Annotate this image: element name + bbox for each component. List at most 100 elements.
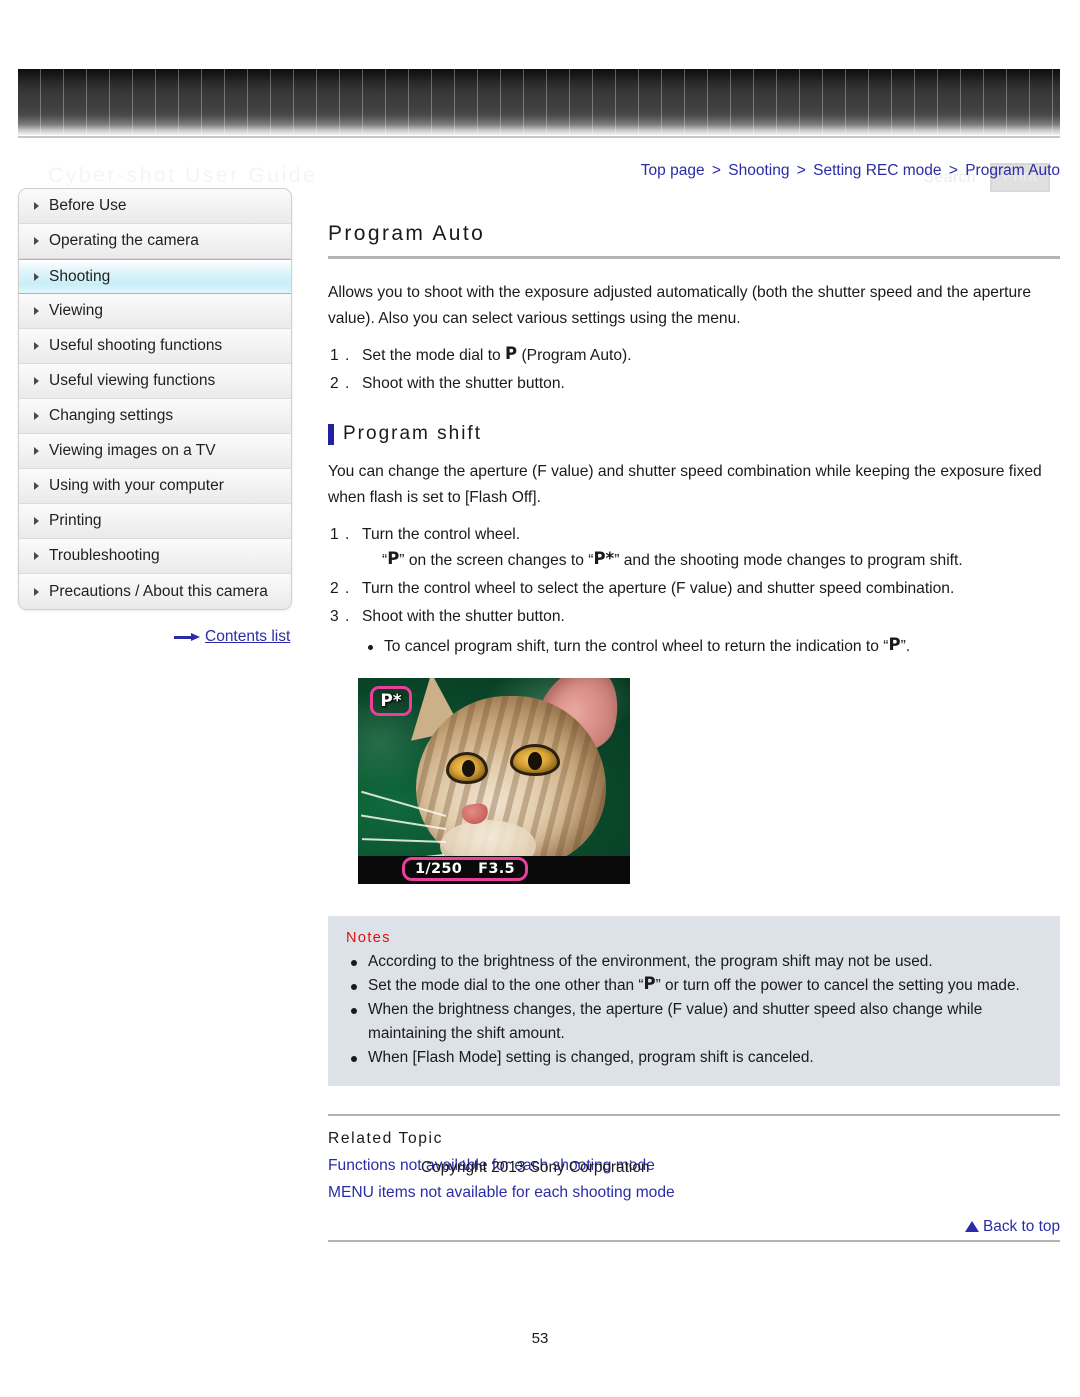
sidebar-item-label: Precautions / About this camera	[49, 582, 268, 600]
step-text: Shoot with the shutter button.	[362, 608, 565, 625]
sidebar-item-label: Using with your computer	[49, 477, 224, 494]
chevron-right-icon	[34, 237, 39, 245]
bullet-text-b: ”.	[900, 638, 911, 655]
program-shift-intro: You can change the aperture (F value) an…	[328, 463, 1042, 506]
sidebar-item-shooting[interactable]: Shooting	[19, 259, 291, 294]
mode-p-icon: P	[643, 974, 656, 993]
sidebar-item-using-with-your-computer[interactable]: Using with your computer	[19, 469, 291, 504]
mode-p-icon: P	[387, 549, 400, 568]
chevron-right-icon	[34, 272, 39, 281]
related-topic-divider	[328, 1114, 1060, 1116]
sidebar-item-label: Useful shooting functions	[49, 337, 223, 354]
step-text: Turn the control wheel to select the ape…	[362, 580, 955, 597]
back-to-top-label: Back to top	[983, 1218, 1060, 1235]
sidebar-item-changing-settings[interactable]: Changing settings	[19, 399, 291, 434]
sidebar-item-label: Useful viewing functions	[49, 372, 216, 389]
note-item: Set the mode dial to the one other than …	[346, 974, 1042, 998]
breadcrumb-item-shooting[interactable]: Shooting	[728, 162, 789, 179]
sidebar-item-label: Troubleshooting	[49, 547, 160, 564]
sidebar-nav: Before Use Operating the camera Shooting…	[18, 188, 292, 610]
program-shift-heading: Program shift	[328, 423, 1060, 445]
step-text-pre: Set the mode dial to	[362, 347, 506, 364]
footer-divider	[328, 1240, 1060, 1242]
sidebar-item-before-use[interactable]: Before Use	[19, 189, 291, 224]
related-topic-title: Related Topic	[328, 1130, 444, 1147]
sidebar-item-useful-viewing-functions[interactable]: Useful viewing functions	[19, 364, 291, 399]
camera-screen-illustration: P* 1/250 F3.5	[358, 678, 630, 884]
program-shift-mode-badge: P*	[370, 686, 412, 716]
breadcrumb-separator: >	[948, 162, 958, 179]
breadcrumb-item-program-auto[interactable]: Program Auto	[965, 162, 1060, 179]
chevron-right-icon	[34, 377, 39, 385]
chevron-right-icon	[34, 587, 39, 596]
breadcrumb-item-top-page[interactable]: Top page	[641, 162, 705, 179]
sidebar-item-printing[interactable]: Printing	[19, 504, 291, 539]
mode-p-icon: P	[888, 635, 901, 654]
chevron-right-icon	[34, 342, 39, 350]
chevron-right-icon	[34, 517, 39, 525]
bullet-text-a: To cancel program shift, turn the contro…	[384, 638, 889, 655]
header-stripe-pattern	[18, 69, 1060, 135]
main-content: Program Auto Allows you to shoot with th…	[328, 222, 1060, 1242]
mode-p-shift-icon: P*	[593, 549, 615, 568]
note-text-post: ” or turn off the power to cancel the se…	[655, 977, 1020, 994]
note-text-pre: When [Flash Mode] setting is changed, pr…	[368, 1049, 814, 1066]
bullet-item: To cancel program shift, turn the contro…	[362, 634, 1060, 660]
arrow-right-icon	[174, 632, 200, 642]
sidebar-item-precautions-about-this-camera[interactable]: Precautions / About this camera	[19, 574, 291, 609]
site-header: Cyber-shot User Guide Search Print	[18, 69, 1060, 192]
sidebar-item-operating-the-camera[interactable]: Operating the camera	[19, 224, 291, 259]
related-link-menu-items-not-available[interactable]: MENU items not available for each shooti…	[328, 1184, 1060, 1202]
step-item: Shoot with the shutter button. To cancel…	[328, 604, 1060, 660]
sidebar-item-label: Printing	[49, 512, 102, 529]
notes-list: According to the brightness of the envir…	[346, 950, 1042, 1070]
aperture-value: F3.5	[478, 861, 515, 877]
step-substep: “P” on the screen changes to “P*” and th…	[362, 548, 1060, 574]
note-item: When [Flash Mode] setting is changed, pr…	[346, 1046, 1042, 1070]
chevron-right-icon	[34, 447, 39, 455]
contents-list-link[interactable]: Contents list	[174, 628, 290, 646]
chevron-right-icon	[34, 307, 39, 315]
chevron-right-icon	[34, 552, 39, 560]
breadcrumb-separator: >	[796, 162, 806, 179]
intro-paragraph: Allows you to shoot with the exposure ad…	[328, 284, 1032, 327]
sidebar-item-viewing-images-on-a-tv[interactable]: Viewing images on a TV	[19, 434, 291, 469]
note-text-pre: According to the brightness of the envir…	[368, 953, 933, 970]
step-item: Shoot with the shutter button.	[328, 371, 1060, 397]
program-shift-steps: Turn the control wheel. “P” on the scree…	[328, 522, 1060, 660]
program-shift-notes: To cancel program shift, turn the contro…	[362, 634, 1060, 660]
program-auto-steps: Set the mode dial to P (Program Auto). S…	[328, 343, 1060, 397]
title-divider	[328, 256, 1060, 259]
step-text: Turn the control wheel.	[362, 526, 521, 543]
breadcrumb-item-setting-rec-mode[interactable]: Setting REC mode	[813, 162, 941, 179]
sidebar-item-useful-shooting-functions[interactable]: Useful shooting functions	[19, 329, 291, 364]
note-item: According to the brightness of the envir…	[346, 950, 1042, 974]
sidebar-item-viewing[interactable]: Viewing	[19, 294, 291, 329]
back-to-top-link[interactable]: Back to top	[328, 1218, 1060, 1236]
step-item: Turn the control wheel to select the ape…	[328, 576, 1060, 602]
step-text-pre: Shoot with the shutter button.	[362, 375, 565, 392]
copyright-text: Copyright 2013 Sony Corporation	[421, 1159, 650, 1176]
note-item: When the brightness changes, the apertur…	[346, 998, 1042, 1046]
note-text-pre: When the brightness changes, the apertur…	[368, 1001, 983, 1042]
site-title: Cyber-shot User Guide	[48, 164, 318, 187]
sidebar-item-troubleshooting[interactable]: Troubleshooting	[19, 539, 291, 574]
chevron-right-icon	[34, 412, 39, 420]
step-item: Set the mode dial to P (Program Auto).	[328, 343, 1060, 369]
cat-whisker	[362, 838, 447, 843]
sidebar-item-label: Shooting	[49, 267, 111, 285]
cat-pupil-left	[462, 760, 475, 777]
shutter-speed-value: 1/250	[415, 861, 463, 877]
contents-list-label: Contents list	[205, 628, 291, 645]
substep-text-b: ” on the screen changes to “	[399, 552, 594, 569]
cat-pupil-right	[528, 752, 542, 770]
exposure-readout-badge: 1/250 F3.5	[402, 857, 528, 881]
page-title: Program Auto	[328, 222, 486, 245]
sidebar-item-label: Viewing images on a TV	[49, 442, 216, 459]
chevron-right-icon	[34, 202, 39, 210]
mode-p-icon: P	[505, 344, 518, 363]
header-divider	[18, 136, 1060, 138]
note-text-pre: Set the mode dial to the one other than …	[368, 977, 644, 994]
notes-title: Notes	[346, 930, 391, 946]
sidebar-item-label: Operating the camera	[49, 232, 199, 249]
